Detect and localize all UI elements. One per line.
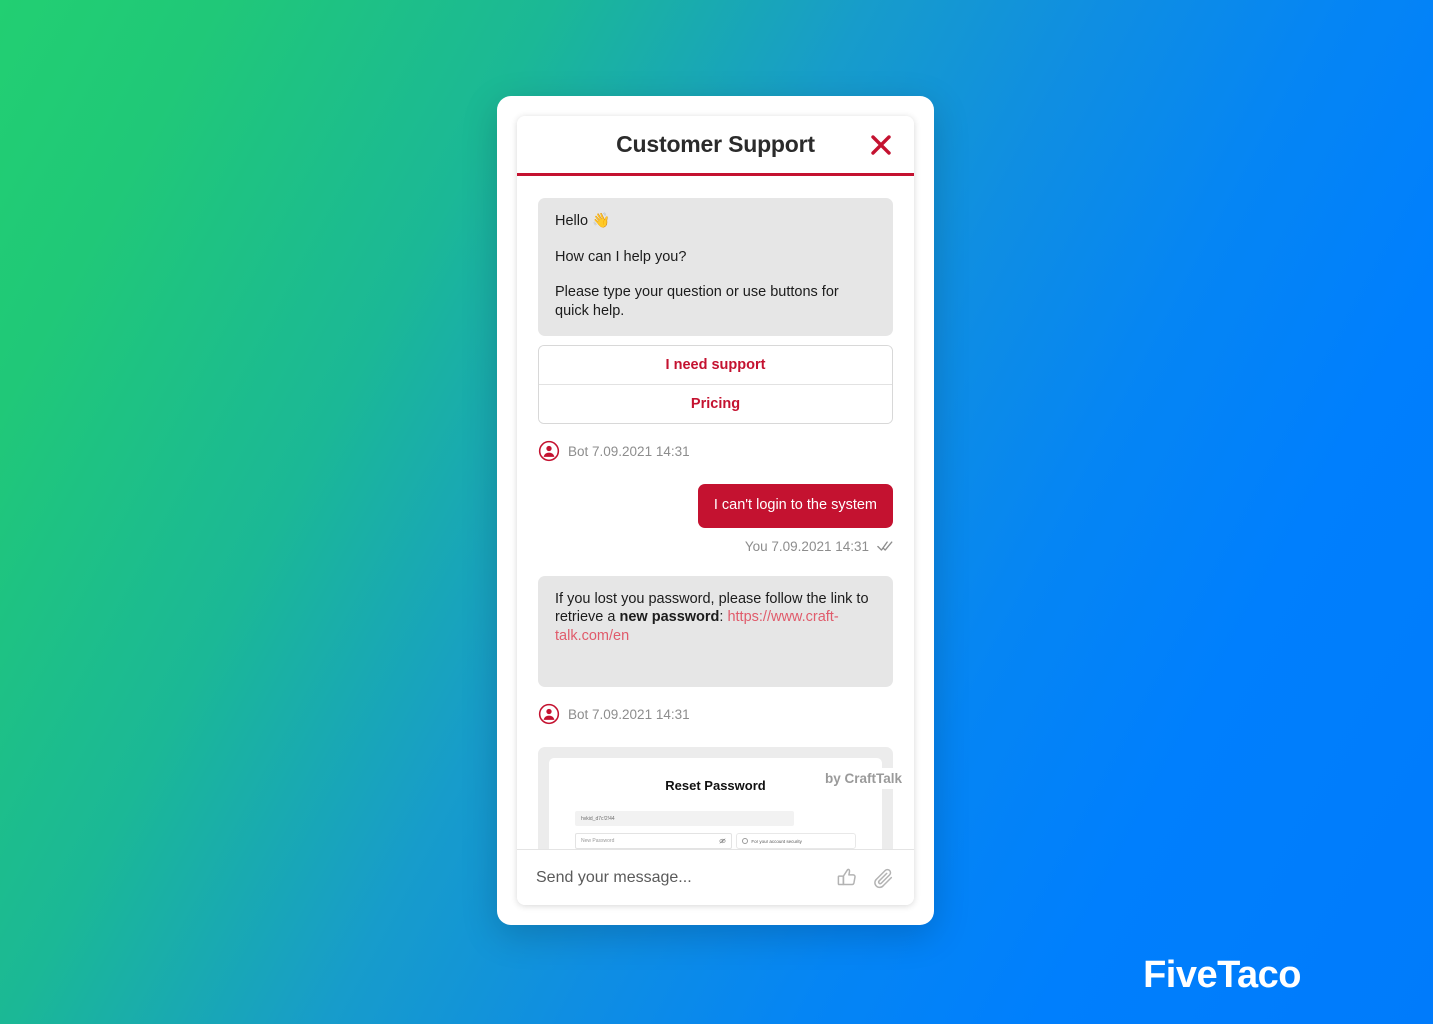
vendor-label: by CraftTalk <box>816 768 902 789</box>
message-list[interactable]: Hello 👋 How can I help you? Please type … <box>517 176 914 849</box>
preview-token-field: hvkid_d7c!2!44 <box>575 811 795 827</box>
chat-widget-shell: Customer Support Hello 👋 How can I help … <box>497 96 934 925</box>
fivetaco-logo: FiveTaco <box>1143 954 1301 996</box>
preview-password-placeholder: New Password <box>581 838 615 845</box>
bot-bubble: Hello 👋 How can I help you? Please type … <box>538 198 893 337</box>
attachment-preview[interactable]: Reset Password hvkid_d7c!2!44 New Passwo… <box>538 747 893 849</box>
message-user: I can't login to the system <box>538 484 893 528</box>
composer-actions <box>835 866 896 890</box>
attach-file-button[interactable] <box>872 866 896 890</box>
page-title: Customer Support <box>616 131 815 157</box>
message-input[interactable] <box>536 868 835 887</box>
thumbs-up-icon <box>837 868 856 885</box>
timestamp-bot-2: Bot 7.09.2021 14:31 <box>568 706 690 722</box>
thumbs-up-button[interactable] <box>835 866 859 890</box>
quick-reply-pricing[interactable]: Pricing <box>539 385 892 424</box>
bot-line-hello: Hello 👋 <box>555 213 611 229</box>
timestamp-user: You 7.09.2021 14:31 <box>744 538 869 554</box>
message-bot-greeting: Hello 👋 How can I help you? Please type … <box>538 198 893 425</box>
preview-password-field: New Password <box>575 833 733 849</box>
bot-avatar-icon <box>538 704 560 725</box>
chat-header: Customer Support <box>517 116 914 176</box>
quick-reply-group: I need support Pricing <box>538 345 893 425</box>
quick-reply-i-need-support[interactable]: I need support <box>539 346 892 386</box>
bot-bubble-password: If you lost you password, please follow … <box>538 575 893 688</box>
preview-title: Reset Password <box>665 778 766 794</box>
preview-password-row: New Password For your account security <box>575 833 856 849</box>
message-composer <box>517 849 914 905</box>
preview-tooltip-text: For your account security <box>751 838 802 844</box>
close-button[interactable] <box>866 130 896 160</box>
timestamp-bot-1: Bot 7.09.2021 14:31 <box>568 443 690 459</box>
user-bubble: I can't login to the system <box>697 484 893 528</box>
eye-off-icon <box>719 838 726 844</box>
password-text-bold: new password <box>619 609 720 626</box>
message-meta-bot-2: Bot 7.09.2021 14:31 <box>538 703 893 725</box>
info-icon <box>742 838 749 845</box>
bot-avatar-icon <box>538 441 560 462</box>
close-icon <box>871 134 891 155</box>
paperclip-icon <box>874 868 893 888</box>
message-bot-password: If you lost you password, please follow … <box>538 575 893 688</box>
preview-tooltip: For your account security <box>736 833 856 849</box>
double-check-icon <box>877 541 893 551</box>
bot-line-help: How can I help you? <box>555 248 687 265</box>
message-meta-user: You 7.09.2021 14:31 <box>538 539 893 554</box>
chat-widget-card: Customer Support Hello 👋 How can I help … <box>517 116 914 905</box>
bot-line-instruction: Please type your question or use buttons… <box>555 284 839 319</box>
message-meta-bot-1: Bot 7.09.2021 14:31 <box>538 440 893 462</box>
